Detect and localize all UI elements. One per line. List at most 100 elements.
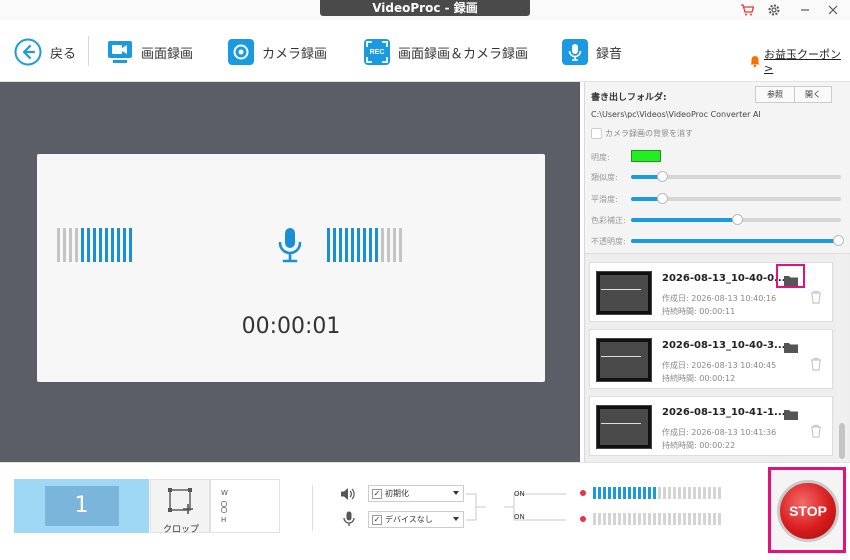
minimize-icon[interactable] [796,2,814,18]
level-bar [327,228,330,262]
coupon-link[interactable]: お益玉クーポン> [750,46,850,75]
webcam-icon [228,39,254,65]
level-bar [81,228,84,262]
level-bar [117,228,120,262]
smoothness-slider[interactable] [631,193,841,204]
trash-icon[interactable] [810,289,822,304]
level-bar [613,487,616,499]
remove-background-label: カメラ録画の背景を消す [605,129,693,138]
level-bar [703,513,706,525]
mic-checkbox[interactable]: ✓ [372,514,382,525]
mic-device-select[interactable]: ✓ デバイスなし [368,511,464,528]
stop-button[interactable]: STOP [777,480,839,542]
level-bar [628,513,631,525]
recording-thumbnail [596,405,652,449]
level-bar [603,487,606,499]
level-bar [653,487,656,499]
level-bar [387,228,390,262]
level-bar [598,513,601,525]
open-button[interactable]: 開く [794,86,832,103]
smoothness-label: 平滑度: [591,195,618,204]
opacity-slider[interactable] [631,235,844,246]
color-correction-knob[interactable] [732,214,743,225]
color-correction-fill [631,218,736,222]
speaker-checkbox[interactable]: ✓ [372,488,382,499]
trash-icon[interactable] [810,356,822,371]
level-bar [129,228,132,262]
level-bar [658,513,661,525]
level-bar [668,487,671,499]
folder-highlight [776,264,805,288]
folder-icon[interactable] [784,405,798,420]
brightness-label: 明度: [591,153,610,162]
recording-name: 2026-08-13_10-40-3... [662,340,786,351]
level-bar [618,487,621,499]
size-box: W H [210,479,280,533]
monitor-select[interactable]: 1 [14,479,149,533]
level-bar [648,513,651,525]
microphone-icon [562,39,588,65]
cart-icon[interactable] [738,2,756,18]
level-bar [628,487,631,499]
bell-icon [750,55,760,67]
similarity-slider[interactable] [631,171,841,182]
recording-thumbnail [596,338,652,382]
browse-button[interactable]: 参照 [755,86,795,103]
similarity-knob[interactable] [657,171,668,182]
bottom-divider [312,485,313,531]
level-bar [663,487,666,499]
recording-created: 作成日: 2026-08-13 10:41:36 [662,428,777,437]
screen-record-button[interactable]: 画面録画 [107,37,193,67]
monitor-camera-icon [108,41,132,63]
level-bar [593,513,596,525]
level-bar [713,513,716,525]
scrollbar-thumb[interactable] [839,423,845,459]
checkbox[interactable] [591,128,602,139]
microphone-icon[interactable] [343,511,355,527]
audio-record-button[interactable]: 録音 [562,37,622,67]
close-icon[interactable] [824,2,842,18]
folder-icon[interactable] [784,338,798,353]
crop-icon [168,488,193,514]
camera-record-button[interactable]: カメラ録画 [228,37,327,67]
settings-panel: 書き出しフォルダ: 参照 開く C:\Users\pc\Videos\Video… [585,82,850,254]
bottom-bar: 1 クロップ W H ✓ 初期化 ✓ デバイスなし ON ON STOP [0,462,850,560]
color-correction-label: 色彩補正: [591,216,626,225]
speaker-icon[interactable] [340,487,356,501]
audio-level-meter-left [57,228,132,262]
trash-icon[interactable] [810,423,822,438]
level-bar [683,487,686,499]
remove-background-checkbox[interactable]: カメラ録画の背景を消す [591,128,693,139]
recording-item[interactable]: 2026-08-13_10-40-0... 作成日: 2026-08-13 10… [589,262,833,322]
opacity-knob[interactable] [833,235,844,246]
recording-item[interactable]: 2026-08-13_10-40-3... 作成日: 2026-08-13 10… [589,329,833,389]
right-panel: 書き出しフォルダ: 参照 開く C:\Users\pc\Videos\Video… [584,82,850,462]
level-bar [593,487,596,499]
mic-device-label: デバイスなし [385,515,433,524]
mic-level-indicator [580,516,586,522]
recording-item[interactable]: 2026-08-13_10-41-1... 作成日: 2026-08-13 10… [589,396,833,456]
level-bar [93,228,96,262]
color-correction-slider[interactable] [631,214,841,225]
level-bar [345,228,348,262]
level-bar [718,487,721,499]
level-bar [688,513,691,525]
level-bar [598,487,601,499]
speaker-device-select[interactable]: ✓ 初期化 [368,485,464,502]
gear-icon[interactable] [765,2,783,18]
level-bar [643,487,646,499]
back-arrow-icon [14,38,42,66]
level-bar [703,487,706,499]
rec-icon: REC [364,39,390,65]
level-bar [658,487,661,499]
key-color-swatch[interactable] [631,150,661,162]
level-bar [608,487,611,499]
back-button[interactable]: 戻る [14,37,76,67]
level-bar [375,228,378,262]
speaker-level-meter [593,487,721,499]
screen-camera-record-button[interactable]: REC 画面録画＆カメラ録画 [364,37,528,67]
smoothness-knob[interactable] [657,193,668,204]
chevron-down-icon [453,491,459,495]
link-icon [221,501,227,513]
crop-button[interactable]: クロップ [150,479,210,535]
